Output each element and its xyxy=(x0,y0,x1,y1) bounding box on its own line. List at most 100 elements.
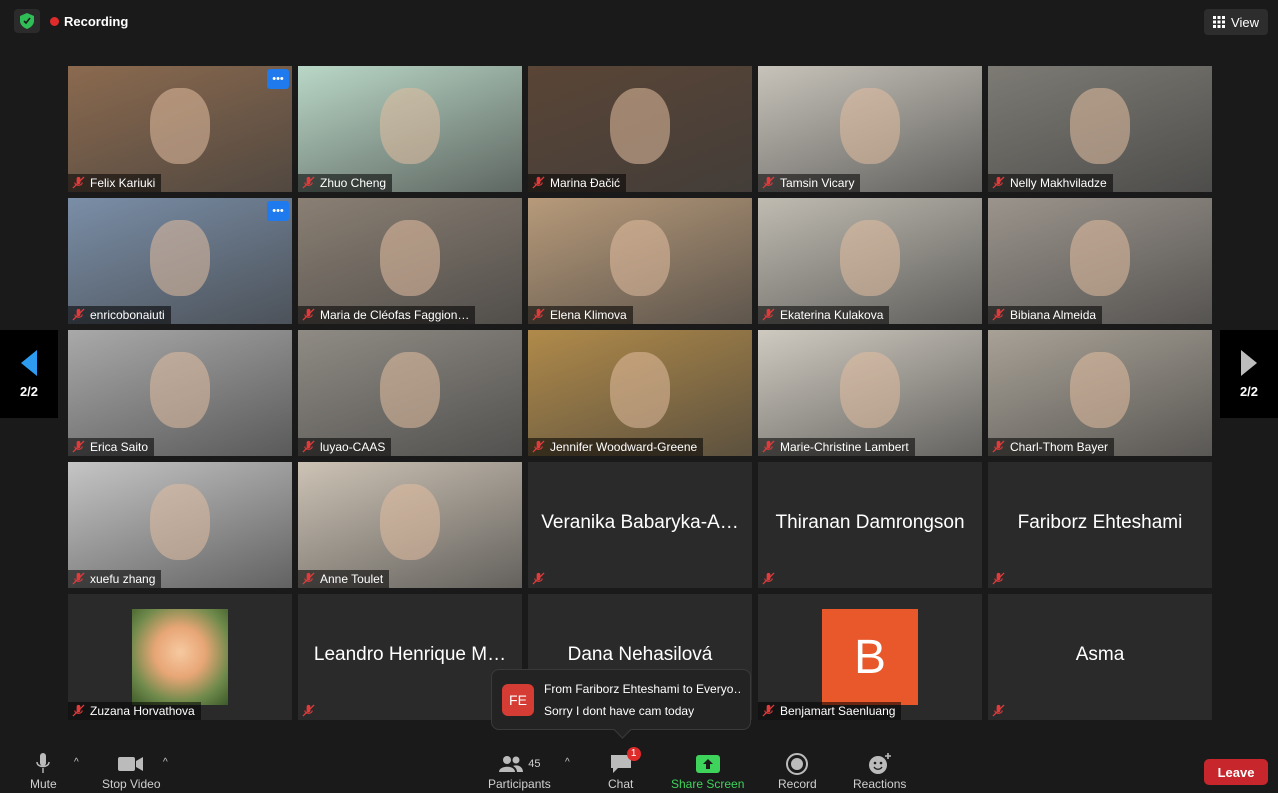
mic-muted-icon xyxy=(302,440,316,454)
participant-nameplate: Tamsin Vicary xyxy=(758,174,861,192)
participant-name: Felix Kariuki xyxy=(90,176,156,190)
participant-tile[interactable]: Ekaterina Kulakova xyxy=(758,198,982,324)
participant-tile[interactable]: Jennifer Woodward-Greene xyxy=(528,330,752,456)
chat-label: Chat xyxy=(608,777,634,791)
participant-display-name: Veranika Babaryka-A… xyxy=(541,512,739,533)
chat-unread-badge: 1 xyxy=(626,747,641,761)
video-feed xyxy=(150,88,210,164)
video-feed xyxy=(610,352,670,428)
participant-tile[interactable]: Marina Đačić xyxy=(528,66,752,192)
share-screen-icon xyxy=(695,755,720,773)
video-options-caret-icon[interactable]: ^ xyxy=(163,757,168,768)
chat-button[interactable]: 1 Chat xyxy=(608,747,641,791)
participant-tile[interactable]: Asma xyxy=(988,594,1212,720)
participant-tile[interactable]: Anne Toulet xyxy=(298,462,522,588)
participant-tile[interactable]: xuefu zhang xyxy=(68,462,292,588)
participant-tile[interactable]: Tamsin Vicary xyxy=(758,66,982,192)
participant-tile[interactable]: Erica Saito xyxy=(68,330,292,456)
participant-name: Jennifer Woodward-Greene xyxy=(550,440,698,454)
participant-name: Maria de Cléofas Faggion… xyxy=(320,308,470,322)
record-label: Record xyxy=(778,777,817,791)
mic-muted-icon xyxy=(762,308,776,322)
arrow-left-icon xyxy=(21,349,37,376)
more-options-icon[interactable]: ••• xyxy=(267,69,289,89)
video-feed xyxy=(610,88,670,164)
mic-muted-icon xyxy=(762,176,776,190)
previous-page-button[interactable]: 2/2 xyxy=(0,330,58,418)
stop-video-button[interactable]: Stop Video xyxy=(102,751,161,791)
participants-options-caret-icon[interactable]: ^ xyxy=(565,757,570,768)
participant-tile[interactable]: Zuzana Horvathova xyxy=(68,594,292,720)
participant-name: Marie-Christine Lambert xyxy=(780,440,909,454)
participants-button[interactable]: 45 Participants xyxy=(488,751,551,791)
participant-tile[interactable]: Charl-Thom Bayer xyxy=(988,330,1212,456)
sender-avatar: FE xyxy=(502,683,534,716)
participant-tile[interactable]: luyao-CAAS xyxy=(298,330,522,456)
recording-label: Recording xyxy=(64,13,129,29)
view-button[interactable]: View xyxy=(1204,9,1268,35)
mic-muted-icon xyxy=(302,572,316,586)
participant-tile[interactable]: Marie-Christine Lambert xyxy=(758,330,982,456)
mic-muted-icon xyxy=(762,704,776,718)
participant-tile[interactable]: Elena Klimova xyxy=(528,198,752,324)
participant-tile[interactable]: B Benjamart Saenluang xyxy=(758,594,982,720)
mic-muted-icon xyxy=(302,176,316,190)
chat-notification[interactable]: FE From Fariborz Ehteshami to Everyo… So… xyxy=(491,669,751,730)
mute-options-caret-icon[interactable]: ^ xyxy=(74,757,79,768)
video-feed xyxy=(840,220,900,296)
participant-nameplate: Felix Kariuki xyxy=(68,174,162,192)
mic-muted-icon xyxy=(992,176,1006,190)
video-feed xyxy=(1070,220,1130,296)
video-feed xyxy=(150,352,210,428)
participant-name: Anne Toulet xyxy=(320,572,384,586)
next-page-button[interactable]: 2/2 xyxy=(1220,330,1278,418)
participant-name: Zuzana Horvathova xyxy=(90,704,195,718)
participant-nameplate: Charl-Thom Bayer xyxy=(988,438,1115,456)
page-indicator-right: 2/2 xyxy=(1239,383,1259,399)
smiley-plus-icon xyxy=(868,753,891,774)
participant-tile[interactable]: Leandro Henrique M… xyxy=(298,594,522,720)
mic-muted-icon xyxy=(72,572,86,586)
participant-nameplate: Marie-Christine Lambert xyxy=(758,438,915,456)
more-options-icon[interactable]: ••• xyxy=(267,201,289,221)
participant-tile[interactable]: Bibiana Almeida xyxy=(988,198,1212,324)
participant-tile[interactable]: Fariborz Ehteshami xyxy=(988,462,1212,588)
mic-muted-icon xyxy=(992,572,1006,586)
participant-tile[interactable]: Zhuo Cheng xyxy=(298,66,522,192)
security-shield-icon[interactable] xyxy=(14,9,40,33)
participant-name: Nelly Makhviladze xyxy=(1010,176,1107,190)
video-feed xyxy=(610,220,670,296)
mute-button[interactable]: Mute xyxy=(30,751,57,791)
mic-muted-icon xyxy=(532,308,546,322)
participant-name: Marina Đačić xyxy=(550,176,621,190)
gallery-grid: ••• Felix Kariuki Zhuo Cheng Marina Đačić Ta… xyxy=(68,66,1213,720)
mic-muted-icon xyxy=(72,704,86,718)
participant-nameplate xyxy=(988,702,1012,720)
recording-indicator[interactable]: Recording xyxy=(50,14,128,29)
reactions-button[interactable]: Reactions xyxy=(853,751,906,791)
participant-nameplate: Anne Toulet xyxy=(298,570,390,588)
video-feed xyxy=(1070,88,1130,164)
participant-name: Charl-Thom Bayer xyxy=(1010,440,1109,454)
participant-nameplate: Nelly Makhviladze xyxy=(988,174,1113,192)
participant-name: enricobonaiuti xyxy=(90,308,165,322)
share-screen-button[interactable]: Share Screen xyxy=(671,751,744,791)
leave-button[interactable]: Leave xyxy=(1204,759,1268,785)
participant-tile[interactable]: Veranika Babaryka-A… xyxy=(528,462,752,588)
participant-display-name: Thiranan Damrongson xyxy=(775,512,965,533)
participants-label: Participants xyxy=(488,777,551,791)
chat-message: Sorry I dont have cam today xyxy=(544,703,695,718)
participant-tile[interactable]: Maria de Cléofas Faggion… xyxy=(298,198,522,324)
participant-tile[interactable]: Thiranan Damrongson xyxy=(758,462,982,588)
participant-nameplate: Maria de Cléofas Faggion… xyxy=(298,306,476,324)
participant-display-name: Fariborz Ehteshami xyxy=(1017,512,1183,533)
participant-display-name: Asma xyxy=(1075,644,1125,665)
video-feed xyxy=(150,220,210,296)
mic-muted-icon xyxy=(72,308,86,322)
participant-tile[interactable]: Nelly Makhviladze xyxy=(988,66,1212,192)
record-button[interactable]: Record xyxy=(778,751,817,791)
participant-tile[interactable]: ••• enricobonaiuti xyxy=(68,198,292,324)
participant-tile[interactable]: ••• Felix Kariuki xyxy=(68,66,292,192)
video-camera-icon xyxy=(118,757,144,771)
reactions-label: Reactions xyxy=(853,777,907,791)
